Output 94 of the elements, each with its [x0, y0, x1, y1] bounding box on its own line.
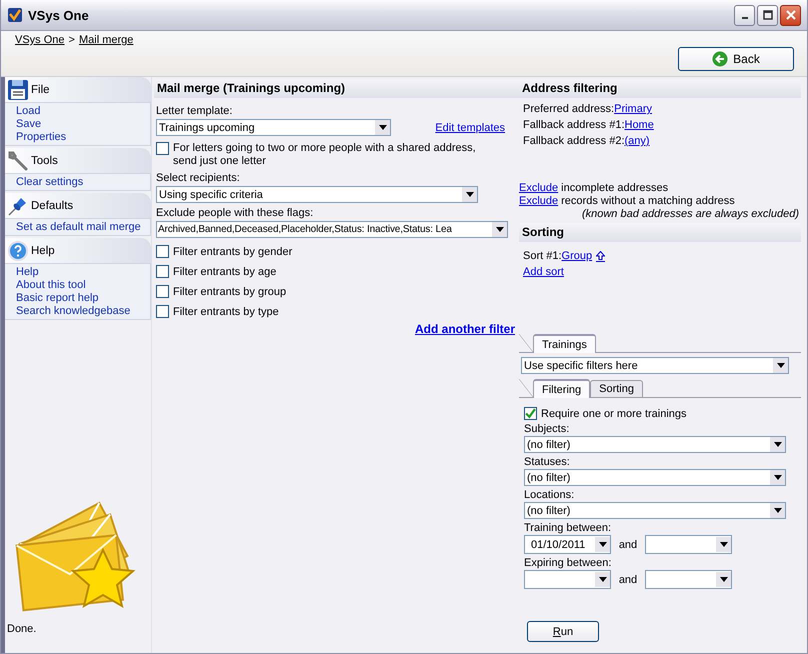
- sidebar-link[interactable]: Load: [16, 105, 150, 118]
- close-icon: [786, 10, 796, 20]
- field-label: Expiring between:: [524, 556, 612, 570]
- breadcrumb-link[interactable]: Mail merge: [78, 34, 134, 46]
- date-picker[interactable]: [645, 570, 732, 589]
- tab[interactable]: Sorting: [590, 380, 643, 397]
- checkbox[interactable]: [156, 245, 169, 258]
- checkbox-label: Filter entrants by gender: [173, 246, 292, 258]
- sidebar-group-header[interactable]: Defaults: [5, 193, 151, 218]
- date-picker[interactable]: [524, 570, 611, 589]
- window-title: VSys One: [28, 8, 89, 22]
- address-link[interactable]: Primary: [614, 101, 652, 117]
- minimize-icon: [742, 17, 748, 19]
- dropdown-arrow-icon: [774, 475, 782, 480]
- dropdown-arrow-icon: [774, 442, 782, 447]
- address-link[interactable]: (any): [624, 133, 650, 149]
- sort-field-link[interactable]: Group: [562, 248, 592, 264]
- field-label: Locations:: [524, 488, 576, 502]
- wrench-icon: [7, 150, 29, 172]
- section-header: Mail merge (Trainings upcoming): [154, 79, 519, 98]
- dropdown-arrow-icon: [720, 542, 728, 547]
- address-label: Fallback address #2:: [523, 134, 624, 149]
- address-link[interactable]: Home: [624, 117, 654, 133]
- maximize-icon: [762, 10, 772, 20]
- address-label: Preferred address:: [523, 102, 614, 117]
- checkbox-label: Filter entrants by group: [173, 286, 286, 298]
- filter-dropdown[interactable]: (no filter): [524, 436, 786, 453]
- sidebar-link[interactable]: Help: [16, 266, 150, 279]
- dropdown-arrow-icon: [776, 363, 784, 368]
- sidebar-group-header[interactable]: Tools: [5, 148, 151, 173]
- checkbox[interactable]: [156, 142, 169, 155]
- field-label: Subjects:: [524, 422, 570, 436]
- letter-template-dropdown[interactable]: Trainings upcoming: [156, 119, 391, 136]
- date-picker[interactable]: [645, 535, 732, 554]
- add-sort-link[interactable]: Add sort: [523, 266, 564, 278]
- exclude-text: records without a matching address: [561, 195, 735, 207]
- run-button[interactable]: Run: [527, 621, 599, 642]
- breadcrumb-link[interactable]: VSys One: [15, 34, 65, 46]
- edit-templates-link[interactable]: Edit templates: [435, 122, 505, 134]
- flags-dropdown[interactable]: Archived,Banned,Deceased,Placeholder,Status: Inactive,Status: Lea: [156, 221, 508, 238]
- minimize-button[interactable]: [734, 4, 755, 26]
- app-logo-icon: [7, 7, 23, 23]
- close-button[interactable]: [780, 4, 801, 26]
- help-icon: [7, 240, 29, 262]
- recipients-dropdown[interactable]: Using specific criteria: [156, 186, 478, 203]
- field-label: Exclude people with these flags:: [156, 206, 314, 221]
- status-text: Done.: [6, 623, 38, 637]
- note-text: (known bad addresses are always excluded): [580, 208, 800, 221]
- date-picker[interactable]: 01/10/2011: [524, 535, 611, 554]
- dropdown-arrow-icon: [378, 125, 386, 130]
- address-label: Fallback address #1:: [523, 118, 624, 133]
- dropdown-arrow-icon: [720, 577, 728, 582]
- checkbox[interactable]: [156, 305, 169, 318]
- field-label: Select recipients:: [156, 171, 241, 186]
- maximize-button[interactable]: [757, 4, 778, 26]
- dropdown-arrow-icon: [466, 192, 474, 197]
- sidebar-link[interactable]: Search knowledgebase: [16, 305, 150, 318]
- range-joiner: and: [618, 574, 638, 586]
- sort-label: Sort #1:: [523, 249, 562, 264]
- filter-mode-dropdown[interactable]: Use specific filters here: [521, 357, 789, 374]
- dropdown-arrow-icon: [598, 577, 606, 582]
- add-filter-link[interactable]: Add another filter: [414, 322, 515, 336]
- section-header: Sorting: [519, 223, 801, 242]
- filter-dropdown[interactable]: (no filter): [524, 469, 786, 486]
- range-joiner: and: [618, 538, 638, 550]
- checkbox[interactable]: [156, 285, 169, 298]
- sidebar-link[interactable]: About this tool: [16, 279, 150, 292]
- tab[interactable]: Filtering: [533, 379, 590, 398]
- dropdown-arrow-icon: [774, 508, 782, 513]
- section-header: Address filtering: [519, 79, 801, 98]
- sidebar-link[interactable]: Save: [16, 118, 150, 131]
- exclude-link[interactable]: Exclude: [519, 182, 558, 194]
- field-label: Statuses:: [524, 455, 571, 469]
- checkbox-label: Require one or more trainings: [541, 408, 687, 420]
- exclude-text: incomplete addresses: [561, 182, 668, 194]
- exclude-link[interactable]: Exclude: [519, 195, 558, 207]
- checkbox[interactable]: [524, 407, 537, 420]
- checkbox[interactable]: [156, 265, 169, 278]
- sort-ascending-icon[interactable]: [596, 250, 606, 262]
- field-label: Letter template:: [156, 104, 234, 119]
- sidebar-link[interactable]: Properties: [16, 131, 150, 144]
- filter-dropdown[interactable]: (no filter): [524, 502, 786, 519]
- dropdown-arrow-icon: [496, 227, 504, 232]
- sidebar-link[interactable]: Basic report help: [16, 292, 150, 305]
- field-label: Training between:: [524, 521, 612, 535]
- back-button[interactable]: Back: [678, 47, 794, 71]
- sidebar-group-header[interactable]: Help: [5, 238, 151, 263]
- checkbox-label: Filter entrants by age: [173, 266, 276, 278]
- checkbox-label: For letters going to two or more people with a shared address, send just one letter: [173, 142, 477, 168]
- breadcrumb-separator: >: [68, 34, 75, 46]
- tab[interactable]: Trainings: [533, 334, 596, 353]
- dropdown-arrow-icon: [598, 542, 606, 547]
- sidebar-group-header[interactable]: File: [5, 77, 151, 102]
- checkbox-label: Filter entrants by type: [173, 306, 279, 318]
